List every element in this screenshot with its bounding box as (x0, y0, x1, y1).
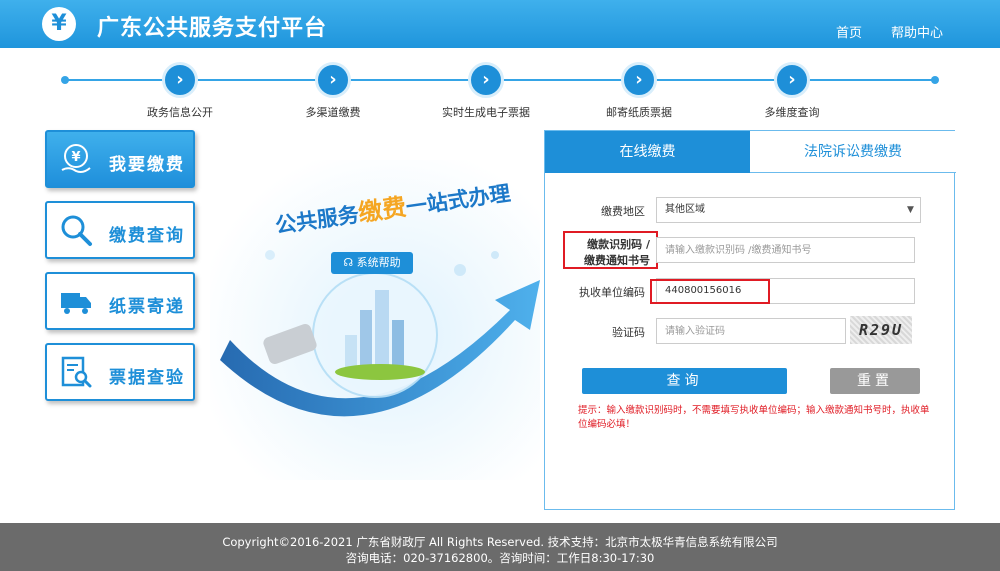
step-1: › 政务信息公开 (110, 62, 250, 120)
system-help-label: 系统帮助 (356, 256, 401, 269)
payment-code-label-line2: 缴费通知书号 (584, 254, 650, 267)
menu-pay-button[interactable]: ¥ 我要缴费 (45, 130, 195, 188)
step-label: 邮寄纸质票据 (606, 106, 672, 119)
headset-icon: ☊ (343, 256, 357, 269)
captcha-label: 验证码 (612, 326, 645, 339)
svg-text:¥: ¥ (71, 150, 80, 165)
tab-online-payment[interactable]: 在线缴费 (545, 131, 750, 173)
captcha-input[interactable] (656, 318, 846, 344)
payment-form-panel: 在线缴费 法院诉讼费缴费 缴费地区 其他区域 ▼ 缴款识别码 / 缴费通知书号 … (544, 130, 956, 510)
delivery-truck-icon (61, 293, 91, 314)
footer-copyright: Copyright©2016-2021 广东省财政厅 All Rights Re… (222, 535, 778, 549)
menu-label: 纸票寄递 (109, 297, 185, 317)
yen-hand-icon: ¥ (61, 144, 91, 173)
footer: Copyright©2016-2021 广东省财政厅 All Rights Re… (0, 523, 1000, 571)
unit-code-label: 执收单位编码 (579, 286, 645, 299)
chevron-right-icon: › (774, 62, 810, 98)
chevron-right-icon: › (315, 62, 351, 98)
site-title: 广东公共服务支付平台 (97, 16, 328, 41)
step-label: 多维度查询 (764, 106, 820, 119)
chevron-right-icon: › (162, 62, 198, 98)
payment-code-label-line1: 缴款识别码 / (587, 238, 650, 251)
nav-help-center-link[interactable]: 帮助中心 (891, 22, 943, 41)
top-header: ¥ 广东公共服务支付平台 首页 帮助中心 (0, 0, 1000, 48)
captcha-image[interactable]: R29U (850, 316, 912, 344)
step-label: 多渠道缴费 (305, 106, 361, 119)
yen-logo-icon: ¥ (42, 7, 76, 41)
step-label: 实时生成电子票据 (442, 106, 530, 119)
highlight-box (650, 279, 770, 304)
payment-code-input[interactable] (656, 237, 915, 263)
nav-home-link[interactable]: 首页 (836, 22, 862, 41)
chevron-right-icon: › (468, 62, 504, 98)
query-button[interactable]: 查询 (582, 368, 787, 394)
document-search-icon (61, 356, 92, 388)
step-4: › 邮寄纸质票据 (569, 62, 709, 120)
system-help-button[interactable]: ☊ 系统帮助 (331, 252, 413, 274)
footer-contact: 咨询电话：020-37162800。咨询时间：工作日8:30-17:30 (345, 551, 655, 565)
menu-query-button[interactable]: 缴费查询 (45, 201, 195, 259)
hint-text: 提示：输入缴款识别码时，不需要填写执收单位编码；输入缴款通知书号时，执收单位编码… (578, 405, 930, 430)
menu-label: 我要缴费 (109, 155, 185, 175)
reset-button[interactable]: 重置 (830, 368, 920, 394)
tab-court-fee-payment[interactable]: 法院诉讼费缴费 (750, 131, 956, 173)
menu-verify-button[interactable]: 票据查验 (45, 343, 195, 401)
region-label: 缴费地区 (601, 205, 645, 218)
menu-label: 缴费查询 (109, 226, 185, 246)
menu-delivery-button[interactable]: 纸票寄递 (45, 272, 195, 330)
menu-label: 票据查验 (109, 368, 185, 388)
steps-line-start-dot (61, 76, 69, 84)
step-label: 政务信息公开 (147, 106, 213, 119)
slogan-highlight: 缴费 (356, 191, 409, 228)
chevron-right-icon: › (621, 62, 657, 98)
step-5: › 多维度查询 (722, 62, 862, 120)
step-2: › 多渠道缴费 (263, 62, 403, 120)
region-select[interactable]: 其他区域 (656, 197, 921, 223)
search-icon (61, 215, 92, 246)
steps-line-end-dot (931, 76, 939, 84)
step-3: › 实时生成电子票据 (416, 62, 556, 120)
